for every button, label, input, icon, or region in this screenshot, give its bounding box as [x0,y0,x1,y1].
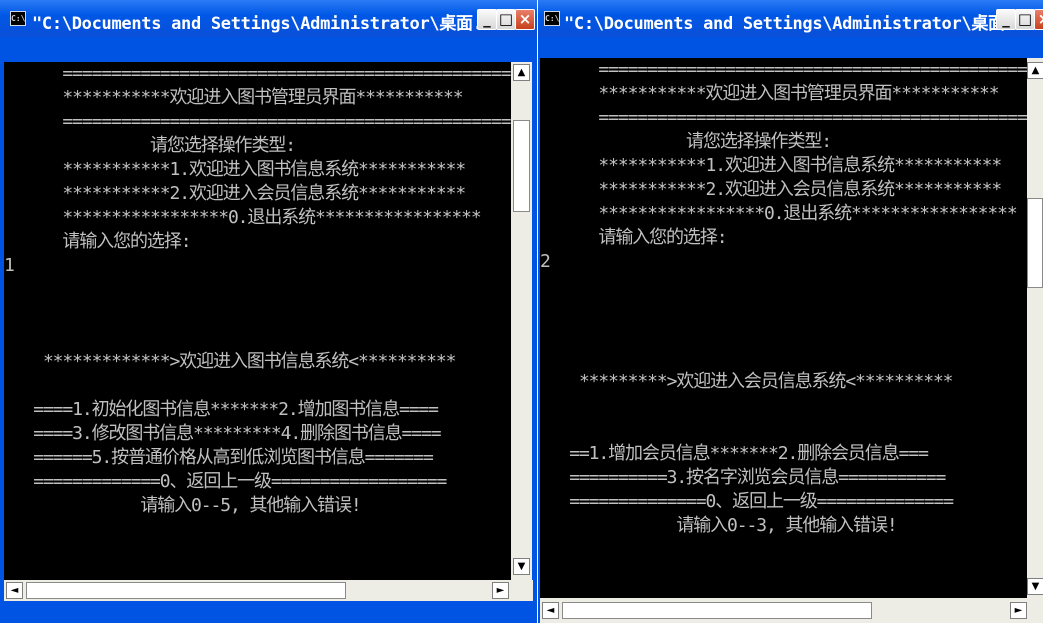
horizontal-scroll-thumb[interactable] [562,602,872,619]
console-line: 请输入0--3, 其他输入错误! [540,515,897,536]
title-bar[interactable]: C:\ "C:\Documents and Settings\Administr… [538,0,1043,37]
console-line: 请您选择操作类型: [4,135,296,156]
console-window-left: C:\ "C:\Documents and Settings\Administr… [0,0,537,623]
scroll-up-icon[interactable]: ▲ [513,64,530,81]
maximize-icon: □ [498,10,514,28]
console-text: ========================================… [4,62,511,518]
minimize-button[interactable]: _ [477,9,497,30]
console-line: ========================================… [4,63,511,84]
horizontal-scrollbar[interactable]: ◄ ► [4,580,533,601]
title-bar[interactable]: C:\ "C:\Documents and Settings\Administr… [0,0,537,37]
scroll-thumb[interactable] [513,120,530,212]
console-line: ========================================… [540,107,1027,128]
maximize-button[interactable]: □ [1015,9,1035,30]
console-line: 请输入您的选择: [4,231,191,252]
horizontal-scroll-thumb[interactable] [26,582,346,599]
scroll-left-icon[interactable]: ◄ [6,582,23,599]
console-line: 1 [4,255,15,276]
scroll-thumb[interactable] [1027,198,1043,288]
console-window-right: C:\ "C:\Documents and Settings\Administr… [538,0,1043,623]
vertical-scrollbar[interactable]: ▲ ▼ [511,62,532,580]
console-line: ***********2.欢迎进入会员信息系统*********** [540,179,1002,200]
console-line: ====3.修改图书信息*********4.删除图书信息==== [4,423,441,444]
console-line: ***********欢迎进入图书管理员界面*********** [4,87,463,108]
console-line: =============0、返回上一级================== [4,471,447,492]
console-line: *****************0.退出系统***************** [540,203,1017,224]
console-line: ***********1.欢迎进入图书信息系统*********** [4,159,466,180]
console-line: ==1.增加会员信息*******2.删除会员信息=== [540,443,929,464]
console-icon[interactable]: C:\ [10,11,26,26]
console-line: 请输入0--5, 其他输入错误! [4,495,361,516]
console-line: ==========3.按名字浏览会员信息=========== [540,467,946,488]
minimize-icon: _ [1002,10,1010,28]
console-line: *************>欢迎进入图书信息系统<********** [4,351,457,372]
maximize-icon: □ [1017,10,1033,28]
close-icon: × [518,10,532,28]
scroll-down-icon[interactable]: ▼ [1027,578,1043,595]
scroll-left-icon[interactable]: ◄ [542,602,559,619]
close-icon: × [1038,10,1043,28]
close-button[interactable]: × [515,9,535,30]
scroll-up-icon[interactable]: ▲ [1027,62,1043,79]
console-line: 请您选择操作类型: [540,131,832,152]
console-line: ==============0、返回上一级============== [540,491,954,512]
window-title: "C:\Documents and Settings\Administrator… [32,14,503,34]
close-button[interactable]: × [1034,9,1043,30]
vertical-scrollbar[interactable]: ▲ ▼ [1027,58,1043,598]
console-icon[interactable]: C:\ [544,11,560,26]
console-line: 2 [540,251,551,272]
console-output[interactable]: ========================================… [540,58,1027,598]
console-line: ***********2.欢迎进入会员信息系统*********** [4,183,466,204]
scroll-down-icon[interactable]: ▼ [513,558,530,575]
minimize-button[interactable]: _ [996,9,1016,30]
console-line: ======5.按普通价格从高到低浏览图书信息======= [4,447,434,468]
scroll-right-icon[interactable]: ► [492,582,509,599]
console-line: ====1.初始化图书信息*******2.增加图书信息==== [4,399,439,420]
console-line: *****************0.退出系统***************** [4,207,481,228]
console-output[interactable]: ========================================… [4,62,511,580]
console-line: ***********欢迎进入图书管理员界面*********** [540,83,999,104]
console-line: 请输入您的选择: [540,227,727,248]
minimize-icon: _ [483,10,491,28]
scroll-right-icon[interactable]: ► [1010,602,1027,619]
console-line: ***********1.欢迎进入图书信息系统*********** [540,155,1002,176]
console-line: *********>欢迎进入会员信息系统<********** [540,371,954,392]
console-line: ========================================… [4,111,511,132]
console-text: ========================================… [540,58,1027,538]
maximize-button[interactable]: □ [496,9,516,30]
console-line: ========================================… [540,59,1027,80]
horizontal-scrollbar[interactable]: ◄ ► [540,598,1043,623]
window-title: "C:\Documents and Settings\Administrator… [564,14,1035,34]
